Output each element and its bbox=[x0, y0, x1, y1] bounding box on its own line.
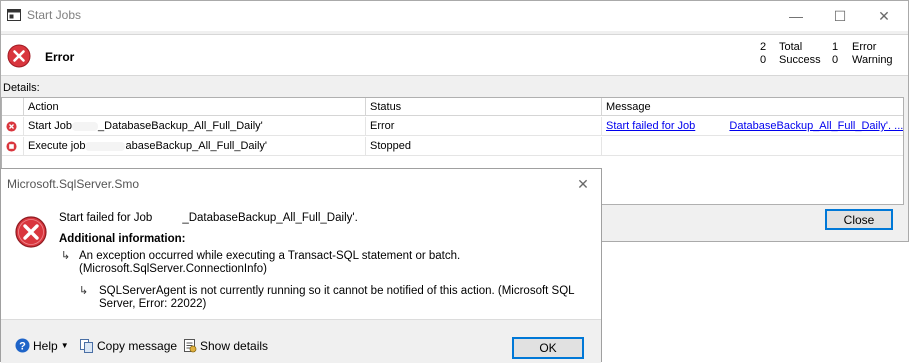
error-icon bbox=[15, 216, 47, 248]
row-status: Stopped bbox=[365, 137, 601, 156]
agent-line-2: Server, Error: 22022) bbox=[99, 298, 207, 310]
status-header: Error 2 Total 1 Error 0 Success 0 Warnin… bbox=[1, 34, 908, 76]
dialog-title: Microsoft.SqlServer.Smo bbox=[7, 177, 140, 191]
error-icon bbox=[7, 44, 31, 68]
error-count: 1 bbox=[832, 41, 839, 53]
dropdown-arrow-icon: ▼ bbox=[60, 341, 69, 350]
details-icon bbox=[184, 339, 197, 353]
help-button[interactable]: ? Help ▼ bbox=[15, 338, 69, 353]
exception-line-1: An exception occurred while executing a … bbox=[79, 250, 461, 262]
dialog-footer: ? Help ▼ Copy message Show details OK bbox=[1, 319, 601, 363]
smo-error-dialog: Microsoft.SqlServer.Smo ✕ Start failed f… bbox=[0, 168, 602, 363]
maximize-button[interactable]: ☐ bbox=[817, 1, 863, 31]
exception-line-2: (Microsoft.SqlServer.ConnectionInfo) bbox=[79, 263, 267, 275]
total-count: 2 bbox=[760, 41, 767, 53]
row-message: Start failed for Job DatabaseBackup_All_… bbox=[601, 117, 903, 136]
agent-message: SQLServerAgent is not currently running … bbox=[99, 285, 575, 311]
show-details-button[interactable]: Show details bbox=[182, 338, 268, 353]
message-link[interactable]: Start failed for Job bbox=[606, 120, 695, 132]
help-label: Help bbox=[33, 338, 58, 353]
column-status[interactable]: Status bbox=[365, 98, 601, 116]
column-action[interactable]: Action bbox=[23, 98, 365, 116]
action-suffix: abaseBackup_All_Full_Daily' bbox=[125, 140, 267, 152]
additional-info-heading: Additional information: bbox=[59, 233, 186, 245]
row-message bbox=[601, 137, 903, 156]
error-message: Start failed for Job _DatabaseBackup_All_… bbox=[59, 212, 358, 225]
warning-label: Warning bbox=[852, 54, 893, 66]
success-label: Success bbox=[779, 54, 821, 66]
error-label: Error bbox=[852, 41, 877, 53]
copy-message-button[interactable]: Copy message bbox=[79, 338, 177, 353]
show-details-label: Show details bbox=[200, 338, 269, 353]
error-icon bbox=[6, 121, 17, 132]
redacted-mark bbox=[698, 121, 727, 131]
nested-arrow-icon: ↳ bbox=[79, 285, 89, 297]
grid-header: Action Status Message bbox=[2, 98, 903, 116]
table-row[interactable]: Execute job abaseBackup_All_Full_Daily' S… bbox=[2, 137, 903, 156]
window-title: Start Jobs bbox=[27, 8, 82, 22]
minimize-button[interactable]: — bbox=[773, 1, 819, 31]
nested-arrow-icon: ↳ bbox=[61, 250, 71, 262]
table-row[interactable]: Start Job _DatabaseBackup_All_Full_Daily'… bbox=[2, 117, 903, 136]
message-link-detail[interactable]: DatabaseBackup_All_Full_Daily'. ... bbox=[729, 120, 903, 132]
title-bar: Start Jobs — ☐ ✕ bbox=[1, 1, 908, 31]
error-message-suffix: _DatabaseBackup_All_Full_Daily'. bbox=[182, 212, 358, 224]
action-suffix: _DatabaseBackup_All_Full_Daily' bbox=[98, 120, 263, 132]
copy-icon bbox=[80, 339, 93, 353]
action-prefix: Execute job bbox=[28, 140, 86, 152]
error-message-prefix: Start failed for Job bbox=[59, 212, 153, 224]
column-message[interactable]: Message bbox=[601, 98, 903, 116]
window-app-icon bbox=[7, 9, 21, 21]
details-label: Details: bbox=[3, 82, 40, 94]
close-window-button[interactable]: ✕ bbox=[861, 1, 907, 31]
agent-line-1: SQLServerAgent is not currently running … bbox=[99, 285, 575, 297]
row-status: Error bbox=[365, 117, 601, 136]
svg-text:?: ? bbox=[19, 341, 26, 353]
total-label: Total bbox=[779, 41, 803, 53]
dialog-title-bar: Microsoft.SqlServer.Smo ✕ bbox=[1, 169, 601, 199]
redacted-mark bbox=[152, 213, 183, 223]
close-button[interactable]: Close bbox=[825, 209, 893, 230]
stopped-icon bbox=[6, 141, 17, 152]
dialog-close-button[interactable]: ✕ bbox=[565, 169, 601, 199]
status-title: Error bbox=[45, 50, 75, 64]
row-action: Execute job abaseBackup_All_Full_Daily' bbox=[23, 137, 365, 156]
dialog-content: Start failed for Job _DatabaseBackup_All_… bbox=[1, 199, 601, 319]
copy-message-label: Copy message bbox=[97, 338, 178, 353]
success-count: 0 bbox=[760, 54, 767, 66]
redacted-mark bbox=[72, 121, 99, 131]
warning-count: 0 bbox=[832, 54, 839, 66]
exception-message: An exception occurred while executing a … bbox=[79, 250, 460, 276]
redacted-mark bbox=[85, 141, 126, 151]
action-prefix: Start Job bbox=[28, 120, 73, 132]
help-icon: ? bbox=[15, 338, 30, 353]
row-action: Start Job _DatabaseBackup_All_Full_Daily' bbox=[23, 117, 365, 136]
ok-button[interactable]: OK bbox=[512, 337, 584, 359]
